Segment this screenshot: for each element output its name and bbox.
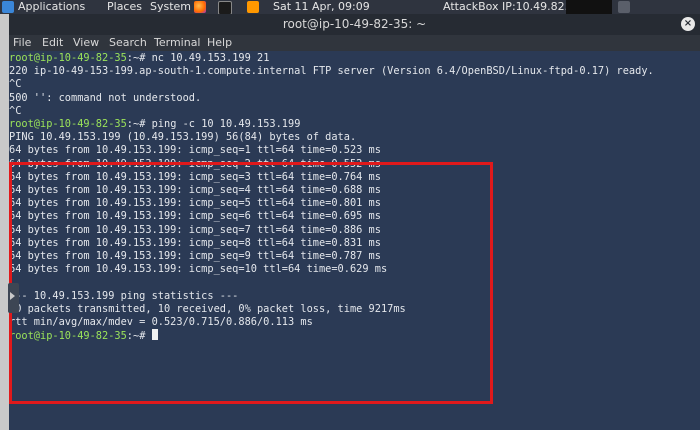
terminal-text: ^C bbox=[9, 78, 22, 91]
terminal-window-icon[interactable] bbox=[618, 1, 630, 13]
terminal-text: ^C bbox=[9, 104, 22, 117]
terminal-text: nc 10.49.153.199 21 bbox=[151, 52, 270, 64]
terminal-line: root@ip-10-49-82-35:~# nc 10.49.153.199 … bbox=[9, 52, 269, 65]
terminal-text: 500 '': command not understood. bbox=[9, 91, 202, 104]
shell-prompt: root@ip-10-49-82-35 bbox=[9, 118, 127, 130]
system-menu[interactable]: System bbox=[150, 0, 191, 14]
terminal-line: 220 ip-10-49-153-199.ap-south-1.compute.… bbox=[9, 65, 654, 78]
terminal-output[interactable]: root@ip-10-49-82-35:~# nc 10.49.153.199 … bbox=[9, 51, 700, 430]
attackbox-ip: AttackBox IP:10.49.82.35 bbox=[443, 0, 583, 13]
side-panel-handle[interactable] bbox=[8, 283, 19, 313]
close-icon[interactable]: × bbox=[681, 17, 695, 31]
system-top-bar: Applications Places System Sat 11 Apr, 0… bbox=[0, 0, 700, 15]
applications-icon[interactable] bbox=[2, 1, 14, 13]
terminal-icon[interactable] bbox=[218, 1, 232, 15]
terminal-text: ping -c 10 10.49.153.199 bbox=[151, 118, 301, 130]
menu-terminal[interactable]: Terminal bbox=[154, 35, 201, 51]
prompt-suffix: :~# bbox=[126, 118, 152, 130]
expand-arrow-icon bbox=[10, 292, 15, 300]
menu-edit[interactable]: Edit bbox=[42, 35, 63, 51]
terminal-text: 220 ip-10-49-153-199.ap-south-1.compute.… bbox=[9, 65, 654, 78]
terminal-line: root@ip-10-49-82-35:~# ping -c 10 10.49.… bbox=[9, 118, 300, 131]
terminal-line: 64 bytes from 10.49.153.199: icmp_seq=1 … bbox=[9, 144, 381, 157]
terminal-line: ^C bbox=[9, 78, 21, 91]
sublime-text-icon[interactable] bbox=[247, 1, 259, 13]
window-title-bar[interactable]: root@ip-10-49-82-35: ~ × bbox=[9, 14, 700, 35]
menu-bar: File Edit View Search Terminal Help bbox=[9, 35, 700, 51]
places-menu[interactable]: Places bbox=[107, 0, 142, 14]
terminal-text: PING 10.49.153.199 (10.49.153.199) 56(84… bbox=[9, 131, 357, 144]
menu-help[interactable]: Help bbox=[207, 35, 232, 51]
applications-menu[interactable]: Applications bbox=[18, 0, 85, 14]
red-highlight-box bbox=[9, 162, 493, 404]
clock[interactable]: Sat 11 Apr, 09:09 bbox=[273, 0, 370, 14]
terminal-line: ^C bbox=[9, 105, 21, 118]
prompt-suffix: :~# bbox=[126, 52, 152, 64]
terminal-line: PING 10.49.153.199 (10.49.153.199) 56(84… bbox=[9, 131, 356, 144]
terminal-text: 64 bytes from 10.49.153.199: icmp_seq=1 … bbox=[9, 144, 381, 157]
terminal-line: 500 '': command not understood. bbox=[9, 92, 201, 105]
window-title: root@ip-10-49-82-35: ~ bbox=[282, 17, 427, 31]
panel-spacer bbox=[566, 0, 612, 14]
desktop-edge bbox=[0, 14, 9, 430]
firefox-icon[interactable] bbox=[194, 1, 206, 13]
menu-file[interactable]: File bbox=[13, 35, 31, 51]
menu-search[interactable]: Search bbox=[109, 35, 147, 51]
menu-view[interactable]: View bbox=[73, 35, 99, 51]
shell-prompt: root@ip-10-49-82-35 bbox=[9, 52, 127, 64]
